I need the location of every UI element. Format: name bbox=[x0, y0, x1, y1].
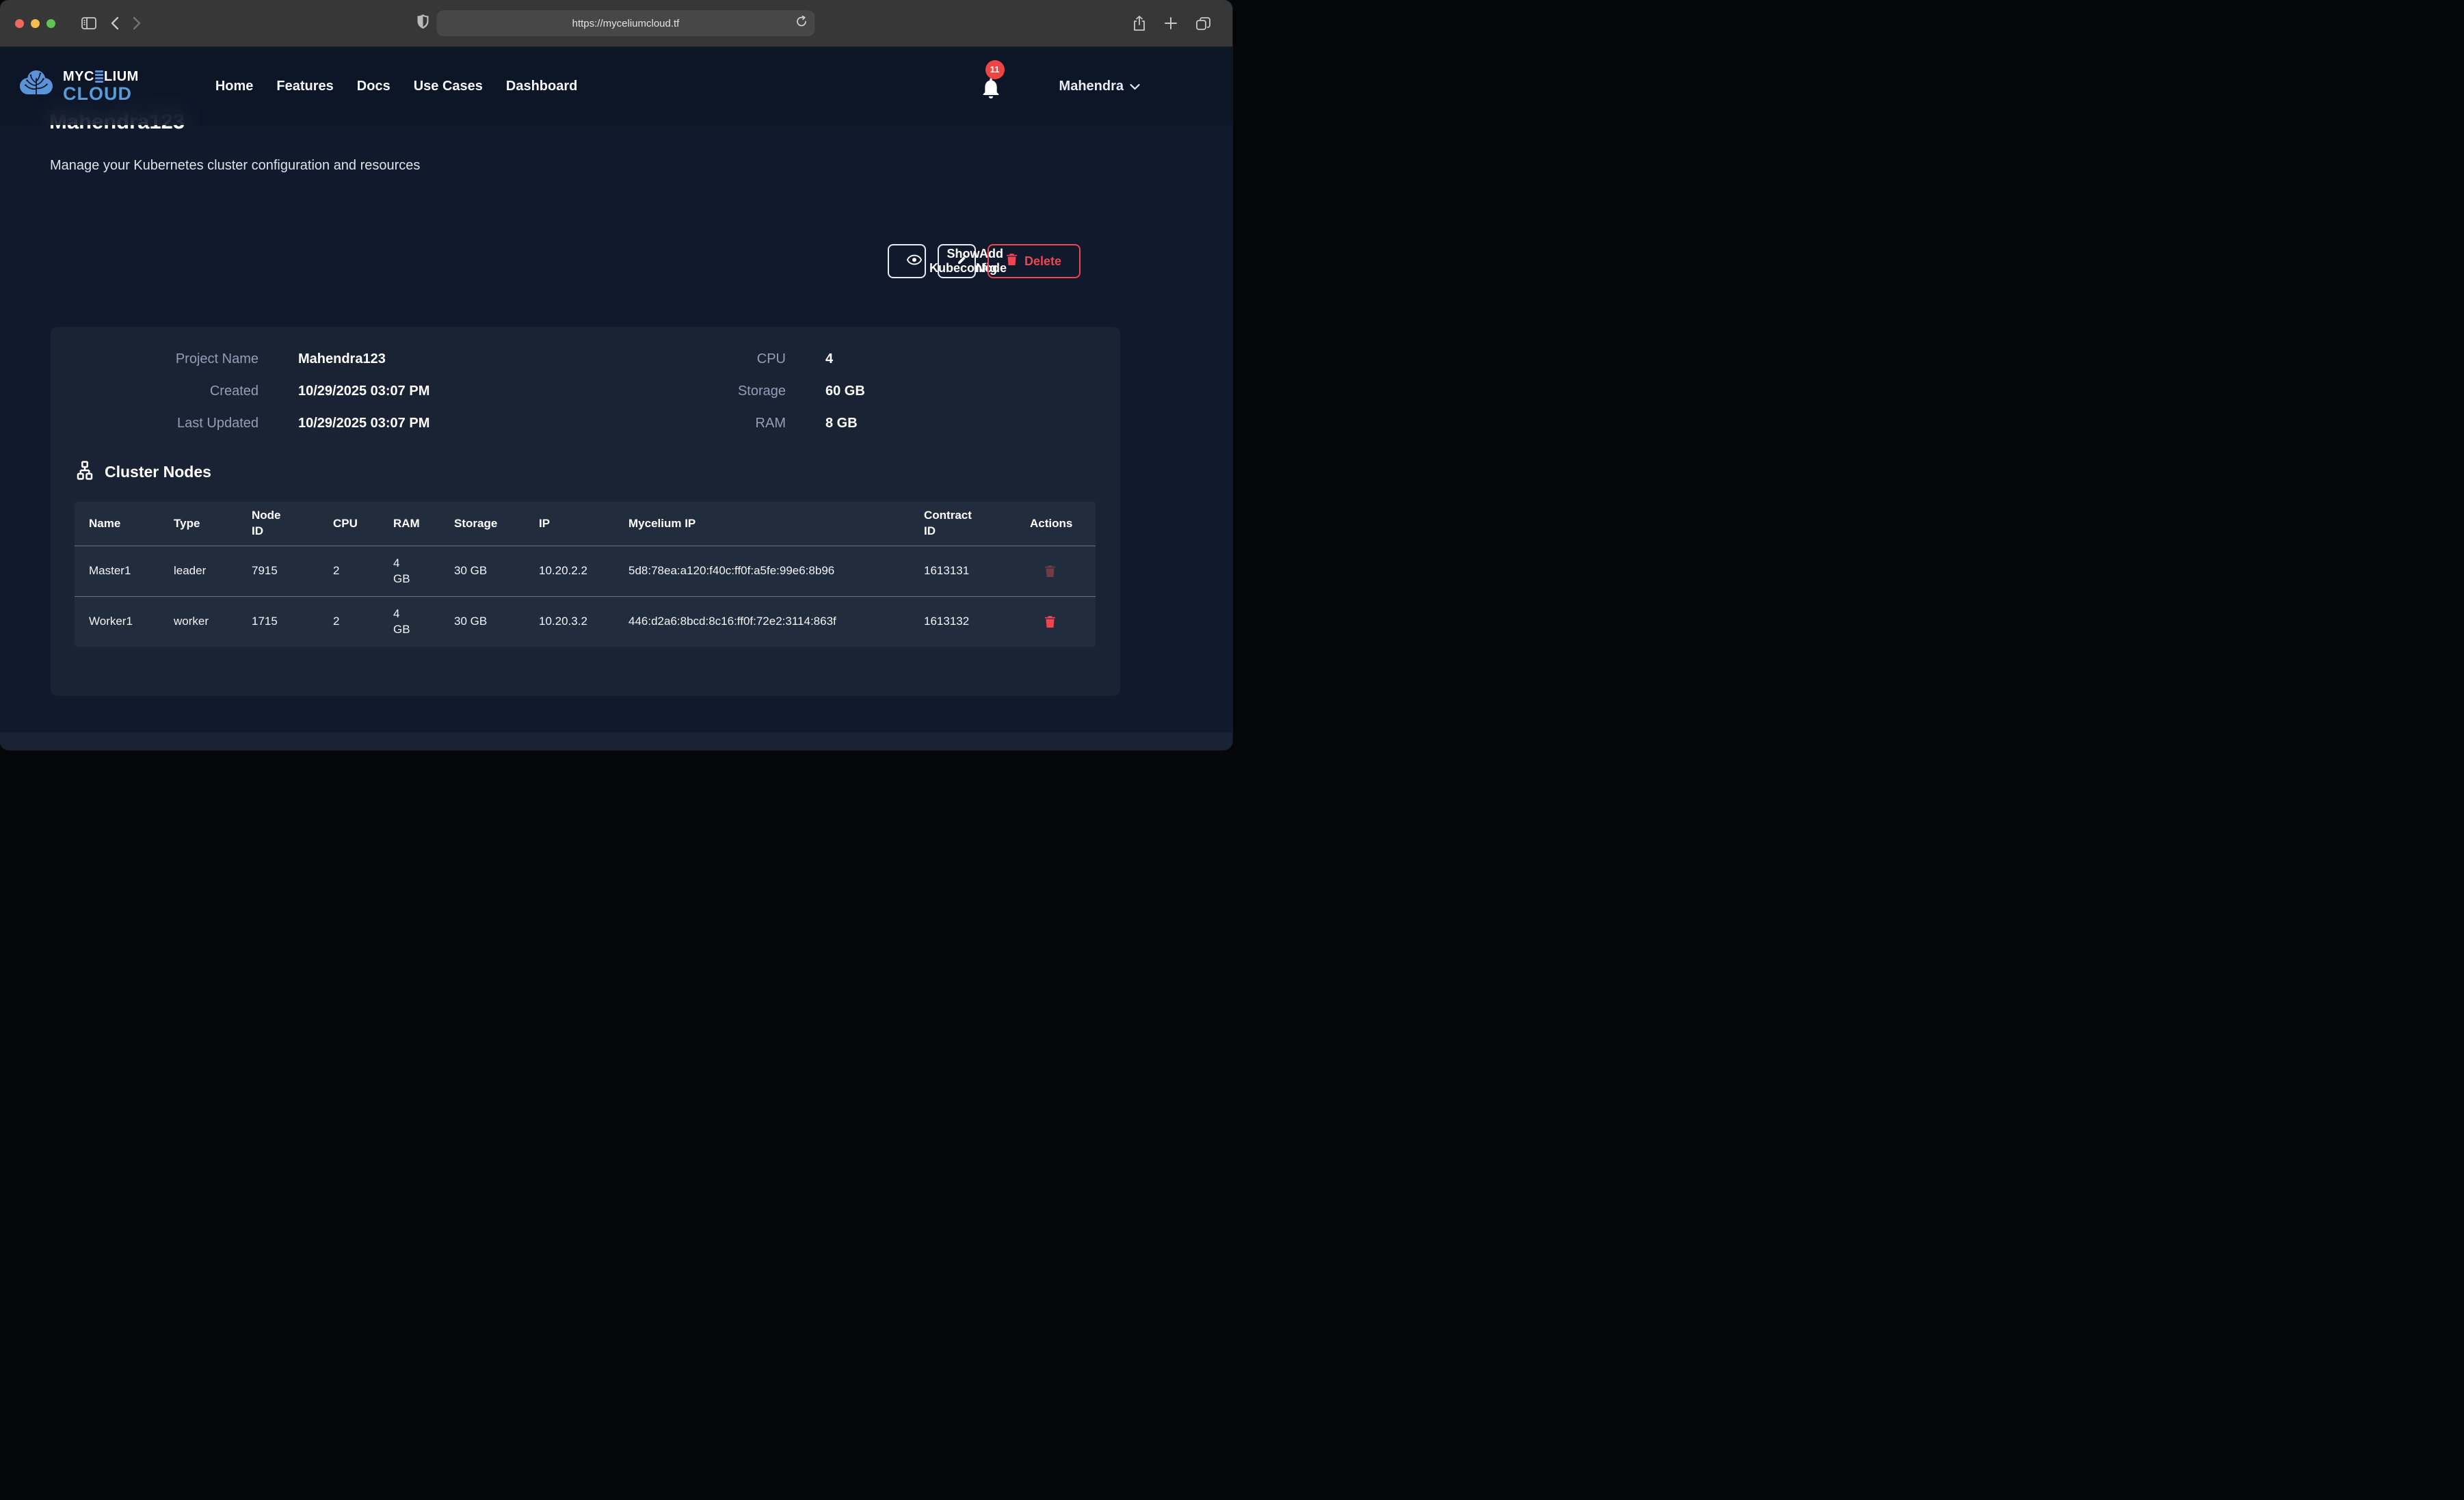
nav-links: Home Features Docs Use Cases Dashboard bbox=[215, 79, 578, 94]
delete-label: Delete bbox=[1024, 254, 1061, 269]
node-cpu: 2 bbox=[333, 563, 393, 579]
table-header-row: Name Type Node ID CPU RAM Storage IP Myc… bbox=[75, 502, 1096, 546]
node-contract-id: 1613132 bbox=[924, 614, 1030, 630]
col-ip: IP bbox=[539, 516, 628, 532]
nav-link-use-cases[interactable]: Use Cases bbox=[414, 79, 483, 94]
nav-link-docs[interactable]: Docs bbox=[357, 79, 390, 94]
reload-icon[interactable] bbox=[797, 16, 807, 31]
nav-link-features[interactable]: Features bbox=[276, 79, 333, 94]
node-storage: 30 GB bbox=[454, 563, 539, 579]
footer-strip bbox=[0, 732, 1232, 750]
node-cpu: 2 bbox=[333, 614, 393, 630]
col-cpu: CPU bbox=[333, 516, 393, 532]
node-ram: 4 GB bbox=[393, 606, 421, 638]
new-tab-icon[interactable] bbox=[1165, 17, 1177, 29]
node-ram: 4 GB bbox=[393, 556, 421, 587]
table-row: Worker1 worker 1715 2 4 GB 30 GB 10.20.3… bbox=[75, 596, 1096, 647]
delete-cluster-button[interactable]: Delete bbox=[988, 244, 1081, 278]
col-actions: Actions bbox=[1030, 516, 1096, 532]
minimize-window-button[interactable] bbox=[31, 19, 40, 28]
node-storage: 30 GB bbox=[454, 614, 539, 630]
node-mycelium-ip: 5d8:78ea:a120:f40c:ff0f:a5fe:99e6:8b96 bbox=[628, 563, 897, 579]
zoom-window-button[interactable] bbox=[47, 19, 55, 28]
nav-link-dashboard[interactable]: Dashboard bbox=[506, 79, 577, 94]
node-ip: 10.20.3.2 bbox=[539, 614, 628, 630]
user-menu[interactable]: Mahendra bbox=[1059, 79, 1140, 94]
chevron-down-icon bbox=[1130, 79, 1140, 94]
notification-badge: 11 bbox=[985, 60, 1005, 79]
col-name: Name bbox=[89, 516, 174, 532]
page-subtitle: Manage your Kubernetes cluster configura… bbox=[50, 158, 420, 174]
address-bar[interactable]: https://myceliumcloud.tf bbox=[437, 10, 815, 36]
browser-window: https://myceliumcloud.tf bbox=[0, 0, 1232, 750]
mycelium-cloud-logo-icon bbox=[18, 69, 55, 104]
project-name-label: Project Name bbox=[67, 351, 259, 367]
ram-value: 8 GB bbox=[825, 416, 1120, 431]
cpu-label: CPU bbox=[611, 351, 786, 367]
node-mycelium-ip: 446:d2a6:8bcd:8c16:ff0f:72e2:3114:863f bbox=[628, 614, 897, 630]
back-button-icon[interactable] bbox=[110, 16, 119, 30]
cluster-nodes-table: Name Type Node ID CPU RAM Storage IP Myc… bbox=[75, 502, 1096, 647]
table-row: Master1 leader 7915 2 4 GB 30 GB 10.20.2… bbox=[75, 546, 1096, 596]
delete-node-button[interactable] bbox=[1045, 565, 1055, 577]
brand-name-bottom: CLOUD bbox=[63, 85, 139, 103]
sidebar-toggle-icon[interactable] bbox=[81, 17, 96, 29]
pencil-icon bbox=[957, 254, 968, 269]
trash-icon bbox=[1007, 254, 1017, 269]
col-node-id: Node ID bbox=[252, 508, 333, 539]
project-name-value: Mahendra123 bbox=[298, 351, 572, 367]
bell-icon bbox=[981, 90, 1001, 101]
storage-label: Storage bbox=[611, 384, 786, 399]
address-bar-url: https://myceliumcloud.tf bbox=[572, 18, 680, 29]
node-type: worker bbox=[174, 614, 252, 630]
cpu-value: 4 bbox=[825, 351, 1120, 367]
node-name: Worker1 bbox=[89, 614, 174, 630]
notifications-button[interactable]: 11 bbox=[981, 78, 1001, 102]
delete-node-button[interactable] bbox=[1045, 616, 1055, 628]
created-value: 10/29/2025 03:07 PM bbox=[298, 384, 572, 399]
cluster-info-grid: Project Name Mahendra123 CPU 4 Created 1… bbox=[51, 327, 1120, 431]
page-body: Mahendra123 Manage your Kubernetes clust… bbox=[0, 47, 1232, 750]
node-ip: 10.20.2.2 bbox=[539, 563, 628, 579]
storage-value: 60 GB bbox=[825, 384, 1120, 399]
eye-icon bbox=[907, 254, 922, 269]
node-id: 1715 bbox=[252, 614, 333, 630]
site-navbar: MYCLIUM CLOUD Home Features Docs Use Cas… bbox=[0, 47, 1232, 125]
stylized-e-icon bbox=[95, 70, 103, 83]
node-name: Master1 bbox=[89, 563, 174, 579]
brand-name-top: MYCLIUM bbox=[63, 70, 139, 83]
col-mycelium-ip: Mycelium IP bbox=[628, 516, 924, 532]
privacy-shield-icon[interactable] bbox=[418, 14, 429, 32]
cluster-actions: Show Kubeconfig Add Node Delete bbox=[51, 244, 1081, 278]
share-icon[interactable] bbox=[1133, 16, 1145, 31]
cluster-details-card: Project Name Mahendra123 CPU 4 Created 1… bbox=[51, 327, 1120, 696]
user-name: Mahendra bbox=[1059, 79, 1124, 94]
forward-button-icon[interactable] bbox=[133, 16, 142, 30]
cluster-nodes-title: Cluster Nodes bbox=[105, 463, 211, 481]
window-controls bbox=[15, 19, 55, 28]
cluster-nodes-heading: Cluster Nodes bbox=[75, 460, 1120, 484]
network-nodes-icon bbox=[75, 460, 95, 484]
brand-logo[interactable]: MYCLIUM CLOUD bbox=[18, 69, 139, 104]
nav-link-home[interactable]: Home bbox=[215, 79, 254, 94]
tab-overview-icon[interactable] bbox=[1196, 17, 1210, 30]
browser-toolbar: https://myceliumcloud.tf bbox=[0, 0, 1232, 47]
col-ram: RAM bbox=[393, 516, 454, 532]
node-type: leader bbox=[174, 563, 252, 579]
ram-label: RAM bbox=[611, 416, 786, 431]
col-type: Type bbox=[174, 516, 252, 532]
add-node-button[interactable]: Add Node bbox=[938, 244, 976, 278]
last-updated-value: 10/29/2025 03:07 PM bbox=[298, 416, 572, 431]
node-id: 7915 bbox=[252, 563, 333, 579]
close-window-button[interactable] bbox=[15, 19, 24, 28]
last-updated-label: Last Updated bbox=[67, 416, 259, 431]
col-contract-id: Contract ID bbox=[924, 508, 1030, 539]
node-contract-id: 1613131 bbox=[924, 563, 1030, 579]
created-label: Created bbox=[67, 384, 259, 399]
col-storage: Storage bbox=[454, 516, 539, 532]
show-kubeconfig-button[interactable]: Show Kubeconfig bbox=[888, 244, 926, 278]
